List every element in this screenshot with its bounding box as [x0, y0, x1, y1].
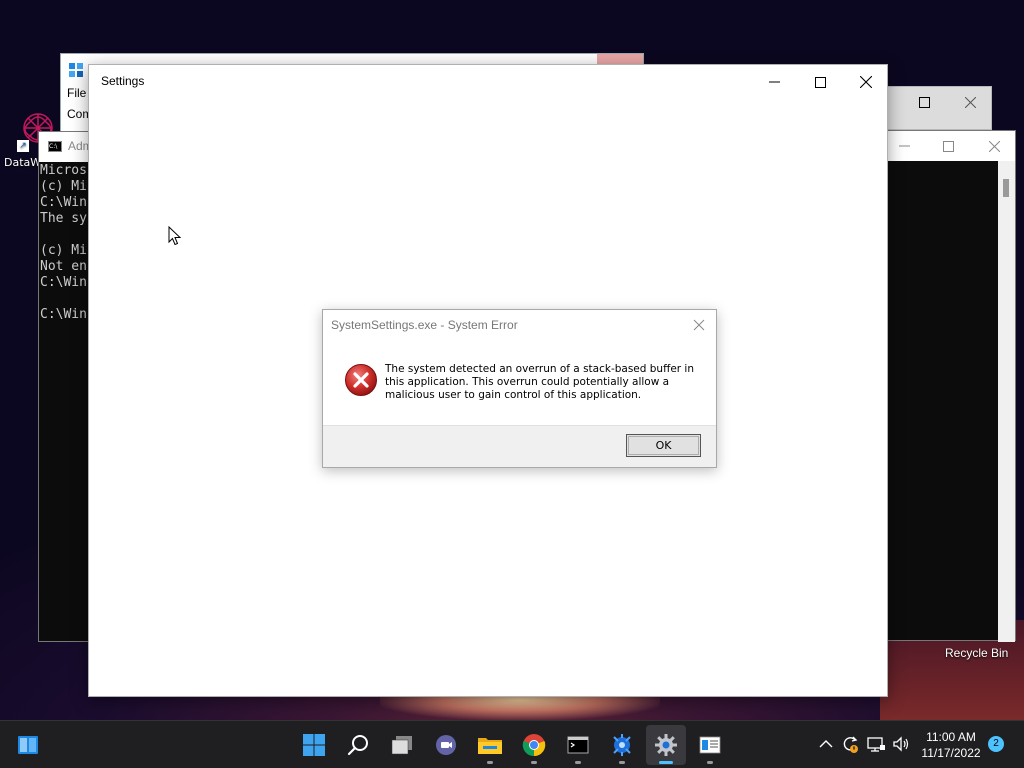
chevron-up-icon[interactable]: [816, 734, 836, 754]
console-line: The sy: [40, 211, 87, 226]
minimize-icon: [768, 81, 780, 83]
restore-icon: [918, 96, 930, 108]
vertical-scrollbar[interactable]: [998, 161, 1015, 642]
error-icon: [345, 364, 377, 396]
sync-warning-icon[interactable]: [840, 734, 860, 754]
console-line: Micros: [40, 163, 87, 178]
windows-logo-icon: [303, 734, 325, 756]
notification-badge[interactable]: 2: [988, 736, 1004, 752]
close-icon: [693, 319, 705, 331]
registry-editor-taskbar-button[interactable]: [690, 725, 730, 765]
scrollbar-thumb[interactable]: [1003, 179, 1009, 197]
menu-item-file[interactable]: File: [67, 86, 86, 100]
maximize-button[interactable]: [797, 67, 843, 97]
mouse-cursor-icon: [168, 226, 182, 246]
registry-editor-icon: [699, 736, 721, 754]
chat-button[interactable]: [426, 725, 466, 765]
desktop-icon-recycle-bin[interactable]: Recycle Bin: [945, 646, 1008, 660]
terminal-titlebar[interactable]: [887, 131, 1015, 161]
close-button[interactable]: [947, 87, 993, 117]
clock-time: 11:00 AM: [926, 730, 976, 744]
cmd-icon: C:\: [48, 141, 62, 152]
running-indicator: [575, 761, 581, 764]
file-explorer-button[interactable]: [470, 725, 510, 765]
close-button[interactable]: [971, 131, 1017, 161]
close-button[interactable]: [843, 67, 889, 97]
error-message: The system detected an overrun of a stac…: [385, 363, 695, 401]
background-window-controls: [886, 86, 992, 130]
running-indicator: [531, 761, 537, 764]
terminal-window-right[interactable]: [886, 130, 1016, 642]
console-line: C:\Win: [40, 275, 87, 290]
search-button[interactable]: [338, 725, 378, 765]
task-view-icon: [391, 736, 412, 755]
start-button[interactable]: [294, 725, 334, 765]
app-blue-icon: [613, 734, 631, 756]
dialog-footer: OK: [323, 425, 716, 467]
running-indicator: [487, 761, 493, 764]
console-line: C:\Win: [40, 195, 87, 210]
close-icon: [964, 96, 976, 108]
task-view-button[interactable]: [382, 725, 422, 765]
widgets-icon: [18, 736, 38, 754]
ok-button[interactable]: OK: [626, 434, 701, 457]
minimize-button[interactable]: [751, 67, 797, 97]
console-line: C:\Win: [40, 307, 87, 322]
maximize-icon: [814, 76, 826, 88]
close-icon: [860, 76, 872, 88]
clock-date: 11/17/2022: [921, 746, 981, 760]
window-title: Settings: [101, 74, 145, 88]
close-icon: [988, 140, 1000, 152]
terminal-icon: [567, 736, 589, 754]
maximize-icon: [942, 140, 954, 152]
console-line: (c) Mi: [40, 243, 87, 258]
running-indicator: [707, 761, 713, 764]
settings-taskbar-button[interactable]: [646, 725, 686, 765]
app-button-blue[interactable]: [602, 725, 642, 765]
chrome-button[interactable]: [514, 725, 554, 765]
desktop-icon-label: DataW: [4, 156, 42, 169]
network-icon[interactable]: [866, 734, 886, 754]
registry-editor-icon: [69, 63, 83, 77]
running-indicator: [659, 761, 673, 764]
terminal-button[interactable]: [558, 725, 598, 765]
teams-chat-icon: [436, 735, 456, 755]
console-output: Micros (c) Mi C:\Win The sy (c) Mi Not en C:\…: [39, 163, 87, 323]
error-dialog[interactable]: SystemSettings.exe - System Error The sy…: [322, 309, 717, 468]
dialog-close-button[interactable]: [690, 316, 708, 334]
widgets-button[interactable]: [8, 725, 48, 765]
shortcut-arrow-icon: ↗: [17, 140, 29, 152]
restore-button[interactable]: [901, 87, 947, 117]
console-line: (c) Mi: [40, 179, 87, 194]
chrome-icon: [522, 734, 546, 757]
taskbar-clock[interactable]: 11:00 AM 11/17/2022: [918, 729, 984, 761]
minimize-icon: [898, 145, 910, 147]
console-line: Not en: [40, 259, 87, 274]
volume-icon[interactable]: [892, 734, 912, 754]
running-indicator: [619, 761, 625, 764]
folder-icon: [478, 738, 502, 754]
gear-icon: [655, 734, 677, 756]
settings-titlebar[interactable]: Settings: [89, 65, 887, 99]
dialog-title: SystemSettings.exe - System Error: [331, 318, 518, 332]
maximize-button[interactable]: [925, 131, 971, 161]
search-icon: [347, 735, 368, 756]
